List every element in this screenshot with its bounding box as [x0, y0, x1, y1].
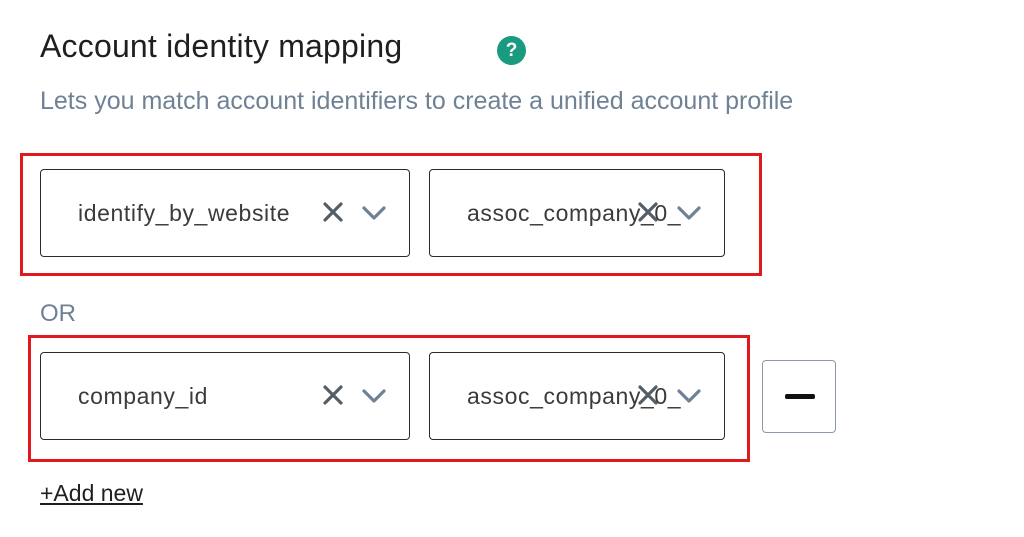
- question-mark-icon[interactable]: ?: [497, 36, 526, 65]
- chevron-down-icon[interactable]: [361, 202, 387, 224]
- association-select[interactable]: assoc_company_0_: [429, 352, 725, 440]
- select-value: company_id: [78, 383, 209, 409]
- remove-mapping-button[interactable]: [762, 360, 836, 433]
- account-identifier-select[interactable]: identify_by_website: [40, 169, 410, 257]
- chevron-down-icon[interactable]: [361, 385, 387, 407]
- chevron-down-icon[interactable]: [676, 202, 702, 224]
- minus-icon: [785, 394, 815, 399]
- clear-icon[interactable]: [321, 200, 345, 224]
- section-title: Account identity mapping: [40, 28, 403, 64]
- account-identity-mapping-panel: Account identity mapping ? Lets you matc…: [0, 0, 1024, 537]
- account-identifier-select[interactable]: company_id: [40, 352, 410, 440]
- clear-icon[interactable]: [321, 383, 345, 407]
- clear-icon[interactable]: [636, 383, 660, 407]
- add-new-link[interactable]: +Add new: [40, 480, 143, 507]
- association-select[interactable]: assoc_company_0_: [429, 169, 725, 257]
- or-separator: OR: [40, 300, 76, 327]
- select-value: identify_by_website: [78, 200, 291, 226]
- chevron-down-icon[interactable]: [676, 385, 702, 407]
- clear-icon[interactable]: [636, 200, 660, 224]
- section-subtitle: Lets you match account identifiers to cr…: [40, 87, 794, 115]
